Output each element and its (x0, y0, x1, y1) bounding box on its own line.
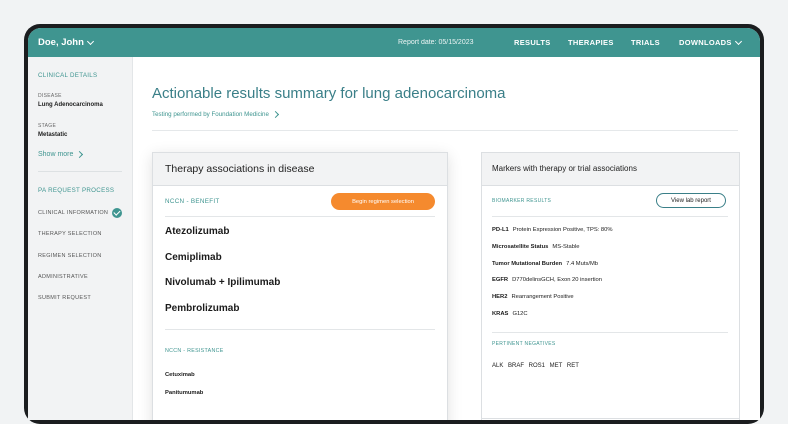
card-title: Markers with therapy or trial associatio… (492, 164, 637, 173)
nccn-resistance-heading: NCCN - RESISTANCE (165, 348, 224, 354)
step-label: SUBMIT REQUEST (38, 295, 91, 301)
check-circle-icon (112, 208, 123, 218)
page-title: Actionable results summary for lung aden… (152, 85, 506, 102)
markers-card: Markers with therapy or trial associatio… (481, 152, 740, 420)
marker-detail: D770delinsGCH, Exon 20 insertion (512, 277, 603, 283)
marker-detail: 7.4 Muts/Mb (566, 261, 599, 267)
testing-source-label: Testing performed by Foundation Medicine (152, 111, 269, 118)
chevron-down-icon (734, 37, 742, 45)
marker-name: EGFR (492, 277, 509, 283)
step-label: REGIMEN SELECTION (38, 253, 102, 259)
step-label: ADMINISTRATIVE (38, 274, 88, 280)
begin-regimen-selection-button[interactable]: Begin regimen selection (331, 193, 435, 210)
benefit-drug: Nivolumab + Ipilimumab (165, 277, 281, 288)
marker-row: KRAS G12C (492, 311, 528, 317)
step-regimen-selection[interactable]: REGIMEN SELECTION (38, 253, 101, 259)
nav-downloads[interactable]: DOWNLOADS (679, 37, 742, 47)
user-name: Doe, John (38, 37, 84, 48)
resistance-drug: Panitumumab (165, 390, 204, 396)
step-submit-request[interactable]: SUBMIT REQUEST (38, 295, 91, 301)
sidebar: CLINICAL DETAILS DISEASE Lung Adenocarci… (28, 57, 133, 420)
nav-therapies-label: THERAPIES (568, 38, 614, 47)
marker-name: KRAS (492, 311, 509, 317)
step-label: THERAPY SELECTION (38, 231, 102, 237)
nav-trials-label: TRIALS (631, 38, 660, 47)
benefit-drug: Pembrolizumab (165, 303, 240, 314)
stage-label: STAGE (38, 123, 57, 129)
device-frame: Doe, John Report date: 05/15/2023 RESULT… (24, 24, 764, 424)
nav-results[interactable]: RESULTS (514, 38, 551, 47)
nav-therapies[interactable]: THERAPIES (568, 38, 614, 47)
marker-row: EGFR D770delinsGCH, Exon 20 insertion (492, 277, 602, 283)
benefit-drug: Cemiplimab (165, 252, 222, 263)
section-divider (492, 216, 728, 217)
show-more-label: Show more (38, 151, 74, 158)
marker-row: PD-L1 Protein Expression Positive, TPS: 8… (492, 227, 613, 233)
disease-label: DISEASE (38, 93, 62, 99)
nav-results-label: RESULTS (514, 38, 551, 47)
title-divider (152, 130, 738, 131)
app-screen: Doe, John Report date: 05/15/2023 RESULT… (28, 28, 760, 420)
step-administrative[interactable]: ADMINISTRATIVE (38, 274, 88, 280)
benefit-drug: Atezolizumab (165, 226, 230, 237)
show-more-link[interactable]: Show more (38, 150, 84, 159)
testing-source-link[interactable]: Testing performed by Foundation Medicine (152, 110, 279, 119)
card-section-border (482, 418, 739, 419)
section-divider (165, 329, 435, 330)
card-title: Therapy associations in disease (165, 163, 315, 175)
chevron-down-icon (86, 37, 94, 45)
marker-row: HER2 Rearrangement Positive (492, 294, 574, 300)
section-divider (165, 216, 435, 217)
report-date: Report date: 05/15/2023 (398, 39, 474, 46)
marker-detail: Rearrangement Positive (511, 294, 574, 300)
marker-detail: MS-Stable (552, 244, 580, 250)
chevron-right-icon (271, 110, 279, 119)
stage-value: Metastatic (38, 132, 68, 138)
nccn-benefit-heading: NCCN - BENEFIT (165, 198, 220, 205)
marker-name: PD-L1 (492, 227, 509, 233)
step-therapy-selection[interactable]: THERAPY SELECTION (38, 231, 102, 237)
disease-value: Lung Adenocarcinoma (38, 102, 103, 108)
user-menu[interactable]: Doe, John (38, 37, 94, 48)
biomarker-results-heading: BIOMARKER RESULTS (492, 198, 552, 204)
step-clinical-information[interactable]: CLINICAL INFORMATION (38, 208, 123, 218)
marker-name: HER2 (492, 294, 508, 300)
marker-detail: Protein Expression Positive, TPS: 80% (512, 227, 613, 233)
view-lab-report-button[interactable]: View lab report (656, 193, 726, 208)
clinical-details-heading: CLINICAL DETAILS (38, 72, 98, 79)
therapy-associations-card: Therapy associations in disease NCCN - B… (152, 152, 448, 420)
pertinent-negatives-list: ALK BRAF ROS1 MET RET (492, 363, 579, 369)
marker-row: Tumor Mutational Burden 7.4 Muts/Mb (492, 261, 598, 267)
marker-name: Microsatellite Status (492, 244, 549, 250)
top-bar: Doe, John Report date: 05/15/2023 RESULT… (28, 28, 760, 57)
pertinent-negatives-heading: PERTINENT NEGATIVES (492, 341, 556, 347)
marker-name: Tumor Mutational Burden (492, 261, 563, 267)
section-divider (492, 332, 728, 333)
marker-row: Microsatellite Status MS-Stable (492, 244, 579, 250)
nav-trials[interactable]: TRIALS (631, 38, 660, 47)
nav-downloads-label: DOWNLOADS (679, 38, 732, 47)
sidebar-divider (38, 171, 122, 172)
resistance-drug: Cetuximab (165, 372, 195, 378)
chevron-right-icon (76, 150, 84, 159)
marker-detail: G12C (512, 311, 528, 317)
process-heading: PA REQUEST PROCESS (38, 187, 115, 194)
step-label: CLINICAL INFORMATION (38, 210, 109, 216)
